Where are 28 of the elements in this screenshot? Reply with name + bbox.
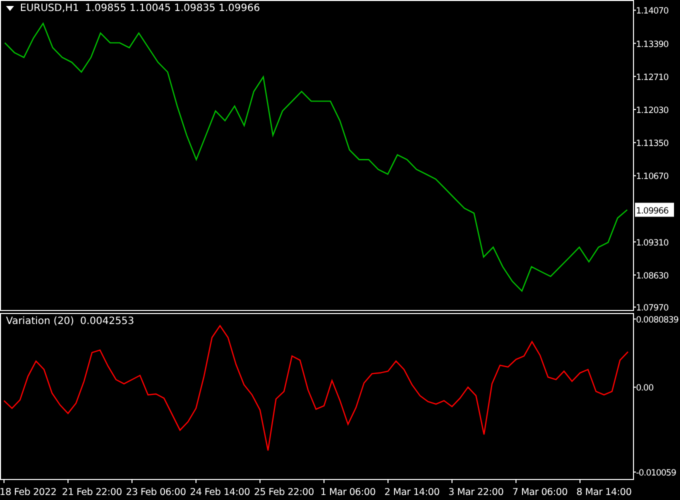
axis-label: 0.00: [636, 384, 654, 394]
axis-label: 1.12710: [636, 72, 668, 83]
axis-label: 1.08630: [636, 271, 668, 282]
time-label: 2 Mar 14:00: [384, 487, 440, 498]
axis-label: 0.0080839: [636, 316, 678, 326]
indicator-value: 0.0042553: [80, 316, 134, 327]
time-label: 24 Feb 14:00: [190, 487, 250, 498]
time-label: 23 Feb 06:00: [126, 487, 186, 498]
axis-label: 1.11350: [636, 139, 668, 150]
time-label: 21 Feb 22:00: [62, 487, 122, 498]
axis-label: 1.10670: [636, 172, 668, 182]
time-label: 18 Feb 2022: [0, 487, 56, 498]
time-label: 8 Mar 14:00: [576, 487, 632, 498]
axis-label: 1.13390: [636, 40, 668, 50]
dropdown-icon[interactable]: [6, 6, 14, 11]
price-tag: 1.09966: [635, 202, 674, 217]
axis-label: 1.07970: [636, 304, 668, 311]
indicator-title: Variation (20): [6, 316, 74, 327]
time-label: 7 Mar 06:00: [512, 487, 568, 498]
chart-symbol: EURUSD,H1: [20, 3, 80, 14]
axis-label: 1.09310: [636, 238, 668, 248]
axis-label: 1.12030: [636, 106, 668, 116]
time-label: 25 Feb 22:00: [254, 487, 314, 498]
time-label: 1 Mar 06:00: [320, 487, 376, 498]
time-label: 3 Mar 22:00: [448, 487, 504, 498]
chart-quote: 1.09855 1.10045 1.09835 1.09966: [85, 3, 260, 14]
axis-label: -0.010059: [636, 468, 676, 479]
axis-label: 1.14070: [636, 6, 668, 17]
